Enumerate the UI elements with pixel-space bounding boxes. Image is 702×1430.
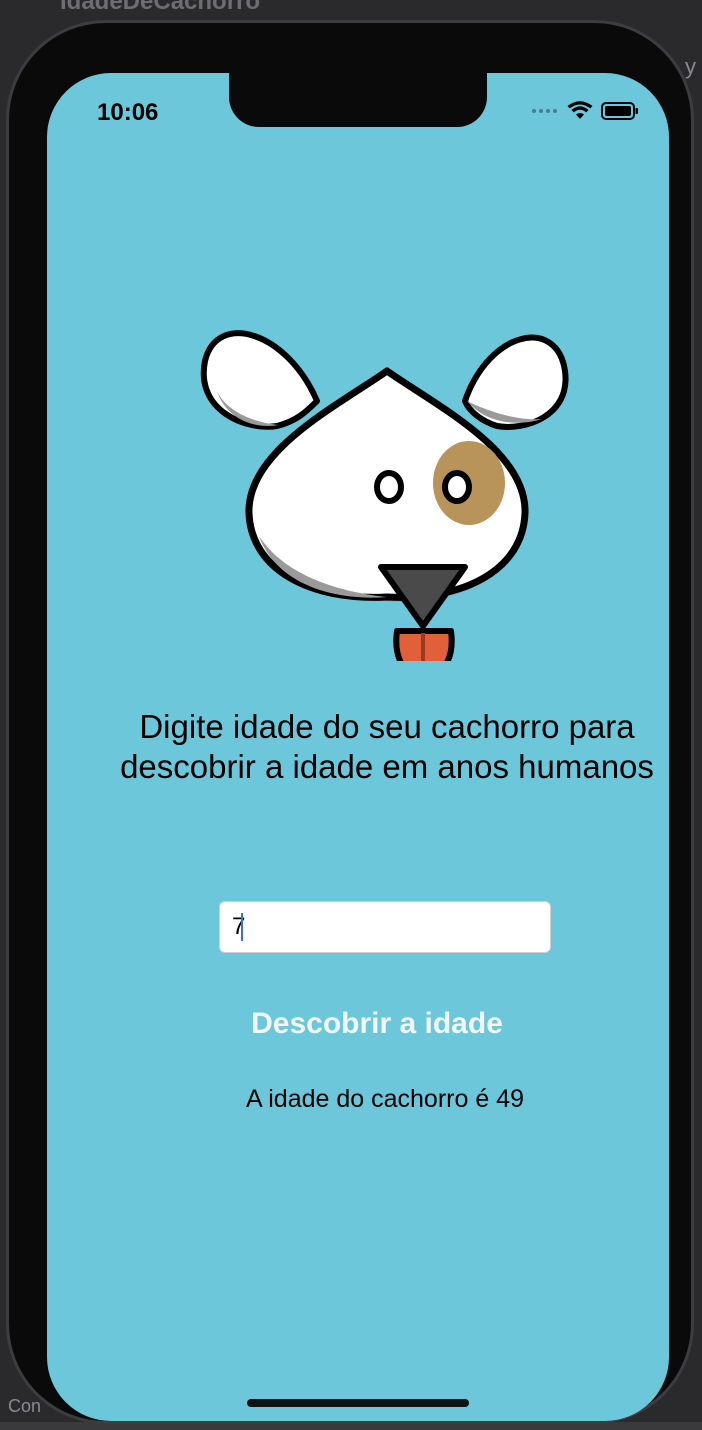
ide-right-fragment: y bbox=[685, 54, 696, 79]
battery-icon bbox=[601, 102, 638, 120]
dog-age-input[interactable] bbox=[219, 901, 551, 953]
dog-left-ear bbox=[200, 330, 320, 430]
status-icons bbox=[532, 101, 639, 121]
status-time: 10:06 bbox=[97, 99, 159, 126]
ide-bottom-fragment: Con bbox=[8, 1396, 42, 1416]
phone-frame: 10:06 Digite idade do seu cachorro para … bbox=[6, 20, 694, 1424]
app-screen: 10:06 Digite idade do seu cachorro para … bbox=[47, 73, 669, 1421]
ide-window-title: IdadeDeCachorro bbox=[60, 0, 261, 15]
notch bbox=[229, 73, 487, 127]
cellular-signal-icon bbox=[532, 109, 557, 113]
instruction-text: Digite idade do seu cachorro para descob… bbox=[120, 708, 654, 785]
home-indicator[interactable] bbox=[247, 1399, 469, 1407]
simulator-window: IdadeDeCachorro y Con 10:06 Digite idade… bbox=[0, 0, 702, 1430]
dog-right-eye bbox=[442, 470, 472, 504]
dog-left-eye bbox=[374, 470, 404, 504]
dog-right-ear bbox=[462, 334, 569, 430]
find-age-button[interactable]: Descobrir a idade bbox=[197, 999, 557, 1049]
dog-illustration bbox=[197, 301, 577, 680]
result-label: A idade do cachorro é 49 bbox=[246, 1085, 524, 1113]
wifi-icon bbox=[567, 101, 593, 119]
text-caret bbox=[241, 913, 243, 941]
dog-face-image bbox=[200, 330, 569, 680]
